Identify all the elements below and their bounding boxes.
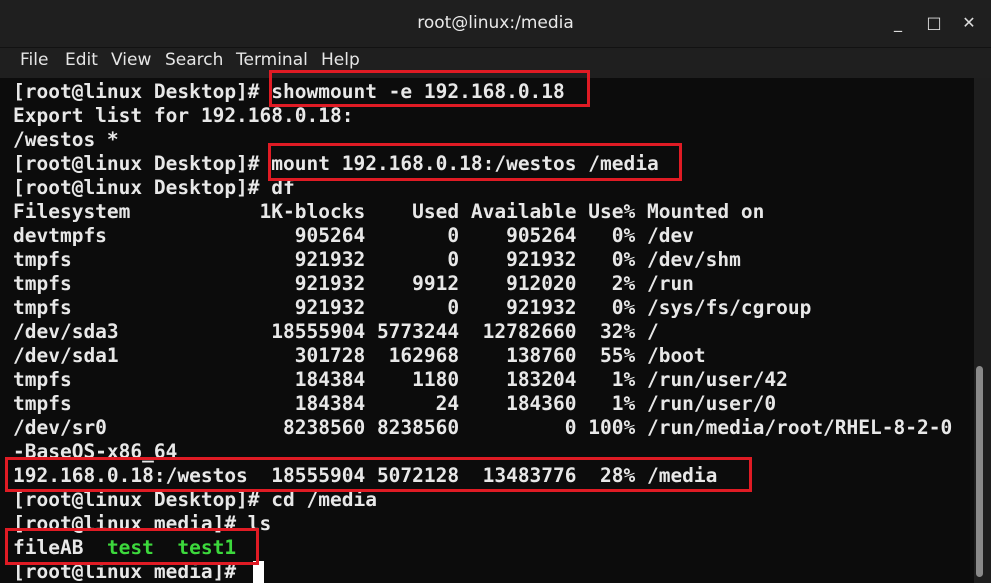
title-bar[interactable]: root@linux:/media _ □ ✕ [0, 0, 991, 48]
highlight-box-ls-output [5, 528, 259, 565]
terminal-line: Filesystem 1K-blocks Used Available Use%… [13, 200, 765, 223]
terminal-line: /dev/sda1 301728 162968 138760 55% /boot [13, 344, 706, 367]
highlight-box-mount [268, 143, 682, 181]
menu-view[interactable]: View [109, 50, 153, 70]
window-title: root@linux:/media [417, 13, 574, 33]
terminal-line: /dev/sda3 18555904 5773244 12782660 32% … [13, 320, 659, 343]
terminal-line: tmpfs 921932 9912 912020 2% /run [13, 272, 694, 295]
scrollbar-thumb[interactable] [976, 366, 983, 577]
terminal-line: /dev/sr0 8238560 8238560 0 100% /run/med… [13, 416, 953, 439]
terminal-line: /westos * [13, 128, 119, 151]
maximize-icon[interactable]: □ [923, 12, 945, 34]
terminal-line: Export list for 192.168.0.18: [13, 104, 354, 127]
terminal-window: root@linux:/media _ □ ✕ File Edit View S… [0, 0, 991, 583]
minimize-icon[interactable]: _ [887, 12, 909, 34]
terminal-line: tmpfs 921932 0 921932 0% /sys/fs/cgroup [13, 296, 812, 319]
menu-terminal[interactable]: Terminal [234, 50, 310, 70]
terminal-line: [root@linux Desktop]# df [13, 176, 295, 199]
menu-edit[interactable]: Edit [63, 50, 100, 70]
highlight-box-media-mount [5, 457, 752, 492]
menu-help[interactable]: Help [319, 50, 362, 70]
terminal-line: devtmpfs 905264 0 905264 0% /dev [13, 224, 694, 247]
highlight-box-showmount [269, 70, 590, 107]
menu-search[interactable]: Search [163, 50, 225, 70]
terminal-line: tmpfs 921932 0 921932 0% /dev/shm [13, 248, 741, 271]
close-icon[interactable]: ✕ [958, 12, 980, 34]
terminal-line: tmpfs 184384 24 184360 1% /run/user/0 [13, 392, 777, 415]
menu-file[interactable]: File [18, 50, 50, 70]
terminal-line: tmpfs 184384 1180 183204 1% /run/user/42 [13, 368, 788, 391]
